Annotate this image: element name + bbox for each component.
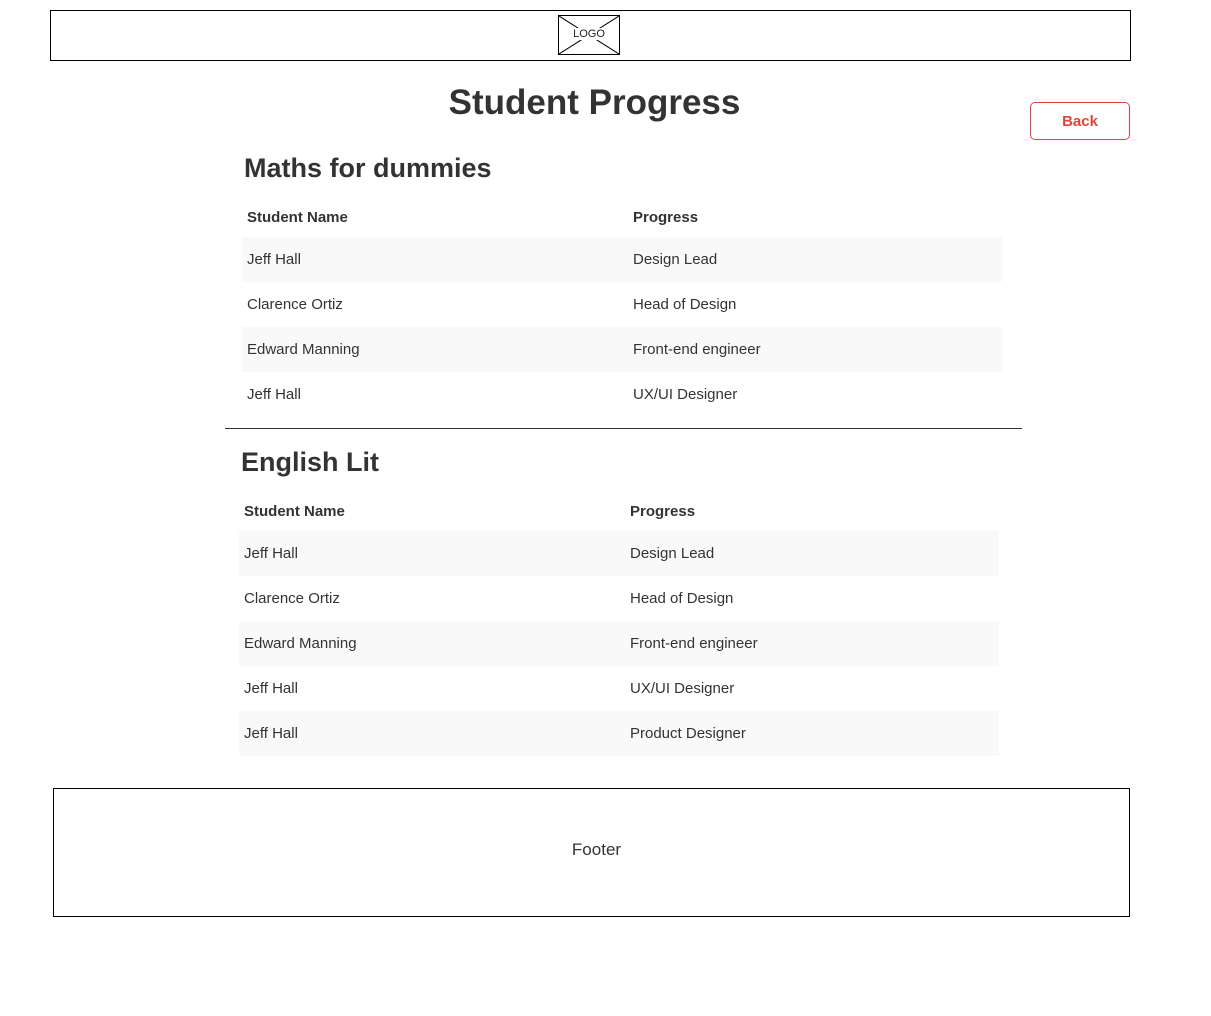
table-row: Edward Manning Front-end engineer	[242, 327, 1002, 372]
table-row: Jeff Hall Design Lead	[239, 531, 999, 576]
course-title: Maths for dummies	[244, 153, 492, 183]
progress-cell: Front-end engineer	[628, 327, 1002, 372]
table-row: Clarence Ortiz Head of Design	[239, 576, 999, 621]
progress-cell: Front-end engineer	[625, 621, 999, 666]
progress-cell: UX/UI Designer	[630, 680, 735, 697]
progress-cell: Head of Design	[633, 296, 737, 313]
student-name-cell: Jeff Hall	[247, 386, 301, 403]
student-name-cell: Jeff Hall	[242, 237, 628, 282]
table-row: Jeff Hall UX/UI Designer	[239, 666, 999, 711]
progress-cell: Head of Design	[630, 590, 734, 607]
back-button[interactable]: Back	[1030, 102, 1130, 140]
student-name-cell: Clarence Ortiz	[247, 296, 343, 313]
table-row: Clarence Ortiz Head of Design	[242, 282, 1002, 327]
student-name-cell: Jeff Hall	[244, 680, 298, 697]
table-header-row: Student Name Progress	[239, 491, 999, 531]
student-name-cell: Edward Manning	[242, 327, 628, 372]
progress-cell: Design Lead	[625, 531, 999, 576]
table-row: Edward Manning Front-end engineer	[239, 621, 999, 666]
progress-table: Student Name Progress Jeff Hall Design L…	[239, 491, 999, 756]
footer: Footer	[53, 788, 1130, 917]
student-name-cell: Jeff Hall	[239, 531, 625, 576]
column-header-student-name: Student Name	[244, 502, 345, 520]
student-name-cell: Clarence Ortiz	[244, 590, 340, 607]
footer-text: Footer	[571, 840, 622, 859]
progress-table: Student Name Progress Jeff Hall Design L…	[242, 197, 1002, 417]
header-bar: LOGO	[50, 10, 1131, 61]
logo-text: LOGO	[572, 28, 606, 40]
progress-cell: UX/UI Designer	[633, 386, 738, 403]
student-name-cell: Edward Manning	[239, 621, 625, 666]
progress-cell: Design Lead	[628, 237, 1002, 282]
logo[interactable]: LOGO	[558, 15, 620, 55]
logo-text-wrap: LOGO	[559, 27, 619, 41]
course-title: English Lit	[241, 447, 379, 477]
table-row: Jeff Hall Design Lead	[242, 237, 1002, 282]
table-row: Jeff Hall UX/UI Designer	[242, 372, 1002, 417]
table-row: Jeff Hall Product Designer	[239, 711, 999, 756]
column-header-progress: Progress	[633, 208, 699, 226]
section-divider	[225, 428, 1022, 429]
column-header-progress: Progress	[630, 502, 696, 520]
progress-cell: Product Designer	[625, 711, 999, 756]
page-title: Student Progress	[448, 83, 741, 122]
student-name-cell: Jeff Hall	[239, 711, 625, 756]
table-header-row: Student Name Progress	[242, 197, 1002, 237]
column-header-student-name: Student Name	[247, 208, 348, 226]
